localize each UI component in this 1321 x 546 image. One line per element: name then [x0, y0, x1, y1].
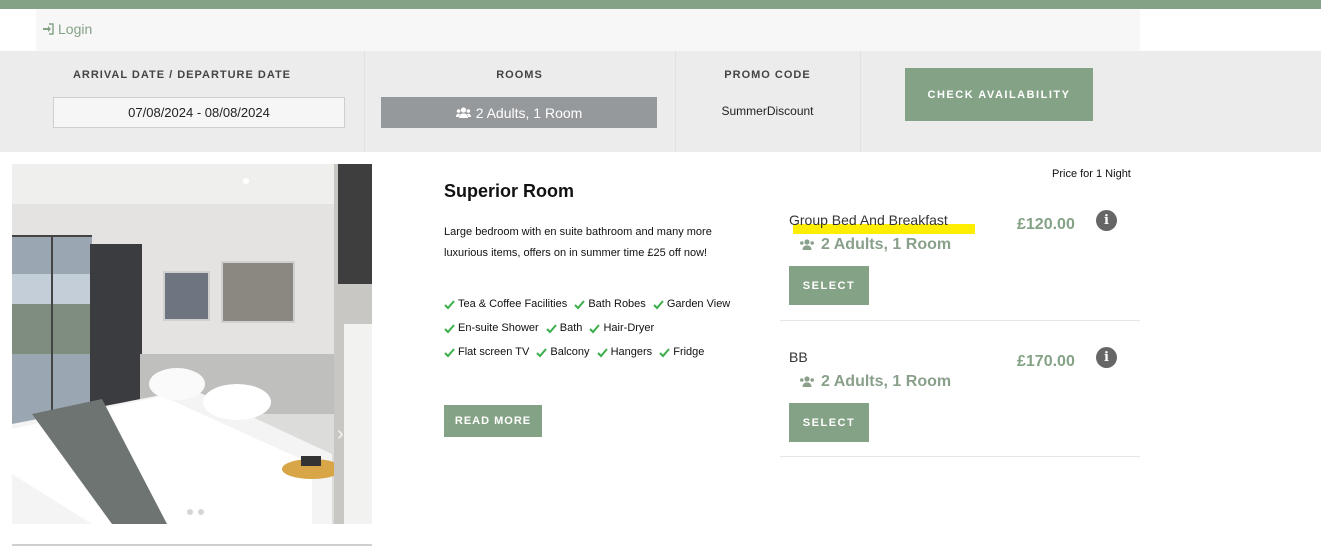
check-icon [653, 300, 664, 310]
amenity-label: Tea & Coffee Facilities [458, 298, 568, 310]
amenity-label: Flat screen TV [458, 346, 530, 358]
rate-price: £120.00 [1017, 216, 1075, 233]
rate-price: £170.00 [1017, 353, 1075, 370]
amenity-label: Balcony [550, 346, 590, 358]
promo-code-field[interactable]: SummerDiscount [676, 104, 859, 118]
slide-dot[interactable] [176, 509, 182, 515]
users-icon [800, 239, 814, 250]
info-icon[interactable]: i [1096, 347, 1117, 368]
slide-indicators [176, 509, 204, 515]
availability-search-bar: ARRIVAL DATE / DEPARTURE DATE 07/08/2024… [0, 51, 1321, 152]
rate-occupancy: 2 Adults, 1 Room [799, 373, 951, 391]
rate-occupancy: 2 Adults, 1 Room [799, 236, 951, 254]
check-icon [574, 300, 586, 310]
amenity-item: Hangers [596, 342, 653, 363]
date-range-field[interactable]: 07/08/2024 - 08/08/2024 [53, 97, 345, 128]
check-icon [444, 348, 455, 358]
amenity-item: Tea & Coffee Facilities [444, 294, 567, 315]
check-icon [659, 348, 670, 358]
amenity-item: En-suite Shower [444, 318, 539, 339]
slide-dot[interactable] [187, 509, 193, 515]
divider [860, 51, 861, 152]
room-photo [12, 164, 372, 524]
chevron-right-icon[interactable]: › [337, 423, 344, 446]
rooms-value: 2 Adults, 1 Room [475, 104, 583, 121]
room-image-gallery[interactable] [12, 164, 372, 524]
select-button[interactable]: SELECT [789, 403, 869, 442]
users-icon [800, 376, 814, 387]
users-icon [455, 106, 471, 118]
amenity-label: Garden View [666, 298, 731, 310]
amenity-label: Bath Robes [588, 298, 646, 310]
check-icon [444, 324, 455, 334]
chevron-left-icon[interactable]: ‹ [33, 423, 40, 446]
rooms-selector[interactable]: 2 Adults, 1 Room [381, 97, 657, 128]
check-icon [536, 348, 548, 358]
amenity-label: Hangers [610, 346, 653, 358]
promo-column: PROMO CODE [675, 51, 860, 152]
amenity-item: Hair-Dryer [589, 318, 654, 339]
dates-label: ARRIVAL DATE / DEPARTURE DATE [72, 69, 292, 81]
rate-occupancy-label: 2 Adults, 1 Room [821, 236, 952, 253]
login-link[interactable]: Login [42, 21, 92, 37]
rate-occupancy-label: 2 Adults, 1 Room [821, 373, 952, 390]
amenity-label: Hair-Dryer [603, 322, 655, 334]
check-icon [546, 324, 557, 334]
rooms-label: ROOMS [496, 69, 543, 81]
amenity-label: En-suite Shower [458, 322, 539, 334]
read-more-button[interactable]: READ MORE [444, 405, 542, 437]
rate-divider [780, 456, 1140, 457]
room-description: Large bedroom with en suite bathroom and… [444, 226, 712, 259]
amenity-item: Balcony [536, 342, 590, 363]
amenity-item: Fridge [659, 342, 704, 363]
check-availability-button[interactable]: CHECK AVAILABILITY [905, 68, 1093, 121]
sign-in-icon [43, 23, 54, 35]
amenity-label: Fridge [673, 346, 705, 358]
slide-dot[interactable] [198, 509, 204, 515]
amenity-item: Garden View [653, 294, 730, 315]
login-label: Login [58, 21, 93, 37]
amenity-item: Bath [546, 318, 583, 339]
promo-label: PROMO CODE [724, 69, 811, 81]
room-title: Superior Room [444, 181, 575, 201]
amenity-item: Bath Robes [574, 294, 646, 315]
rate-name: BB [789, 349, 808, 365]
price-note: Price for 1 Night [1052, 168, 1131, 180]
top-accent-bar [0, 0, 1321, 9]
check-icon [589, 324, 601, 334]
rate-divider [780, 320, 1140, 321]
check-icon [596, 348, 608, 358]
amenity-item: Flat screen TV [444, 342, 529, 363]
login-bar: Login [36, 9, 1140, 51]
select-button[interactable]: SELECT [789, 266, 869, 305]
info-icon[interactable]: i [1096, 210, 1117, 231]
check-icon [444, 300, 455, 310]
amenities-list: Tea & Coffee Facilities Bath Robes Garde… [444, 294, 744, 366]
rate-name: Group Bed And Breakfast [789, 212, 948, 228]
amenity-label: Bath [559, 322, 583, 334]
